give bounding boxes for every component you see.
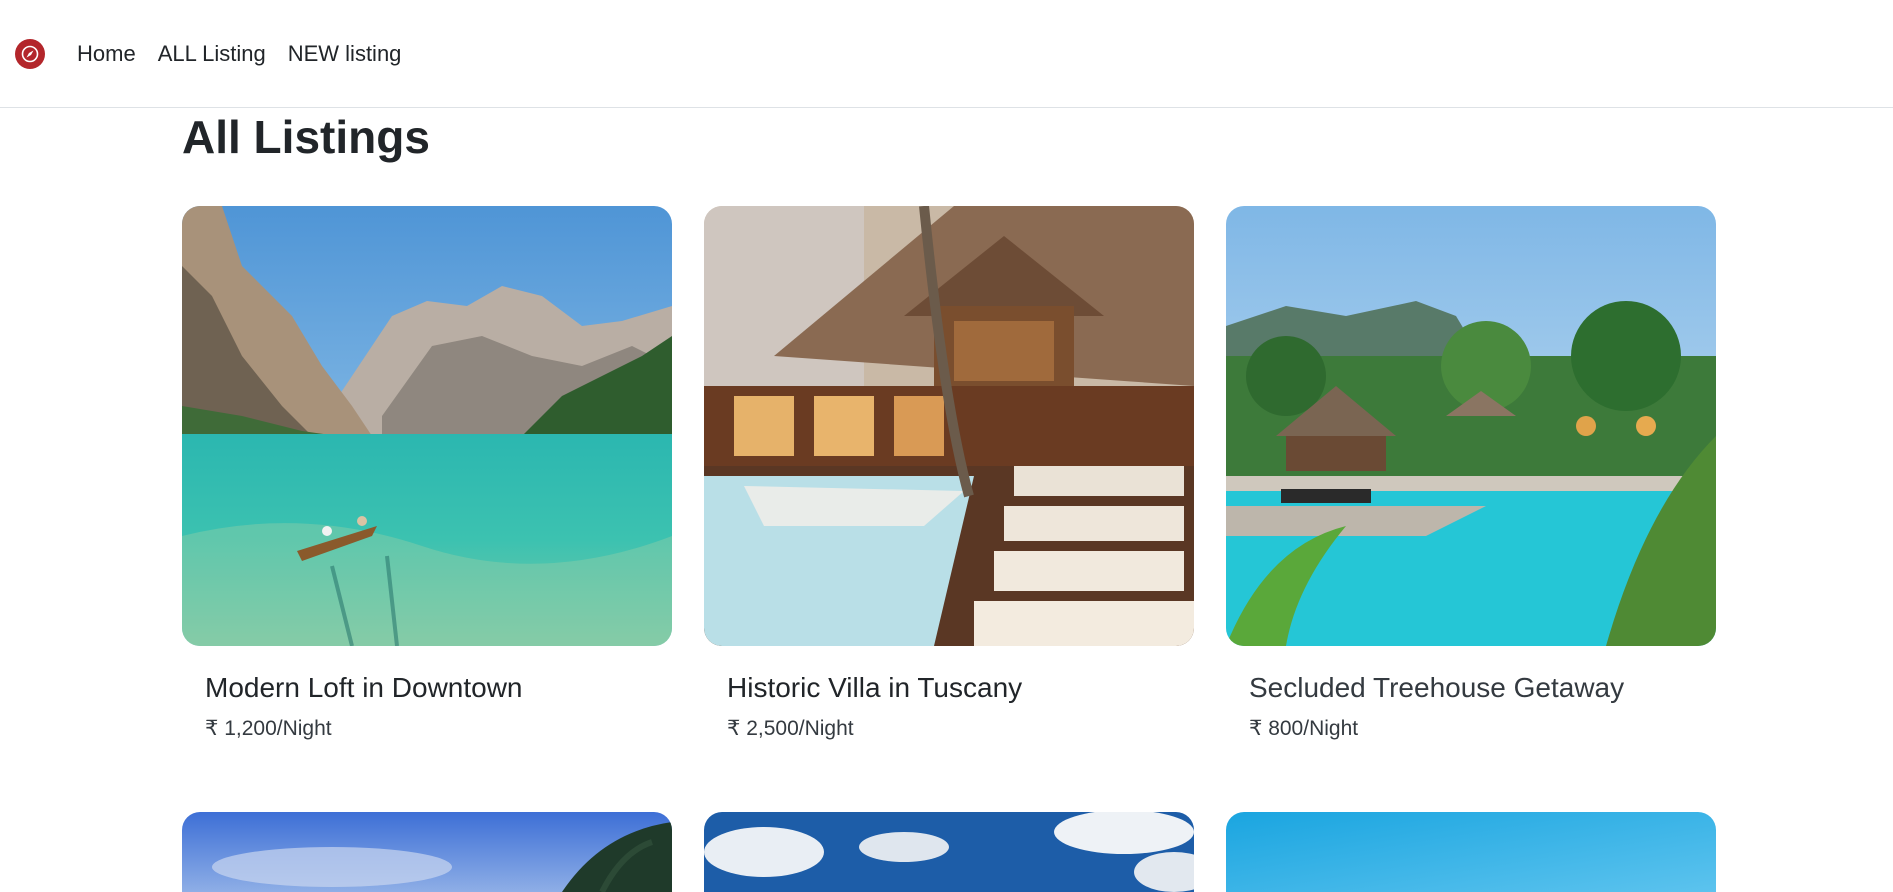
listings-grid: Modern Loft in Downtown ₹ 1,200/Night Hi…	[182, 206, 1716, 892]
listing-price: ₹ 1,200/Night	[205, 717, 332, 740]
listing-card[interactable]	[182, 812, 672, 892]
compass-icon[interactable]	[15, 39, 45, 69]
card-body: Modern Loft in Downtown ₹ 1,200/Night	[182, 646, 672, 812]
listing-card[interactable]: Secluded Treehouse Getaway ₹ 800/Night	[1226, 206, 1716, 812]
listing-card[interactable]: Modern Loft in Downtown ₹ 1,200/Night	[182, 206, 672, 812]
listing-card[interactable]: Historic Villa in Tuscany ₹ 2,500/Night	[704, 206, 1194, 812]
nav-link-new-listing[interactable]: NEW listing	[288, 38, 402, 70]
listing-image[interactable]	[182, 206, 672, 646]
listing-title[interactable]: Secluded Treehouse Getaway	[1249, 670, 1693, 706]
listing-image[interactable]	[704, 812, 1194, 892]
listing-price: ₹ 800/Night	[1249, 717, 1359, 740]
nav-link-home[interactable]: Home	[77, 38, 136, 70]
card-body: Historic Villa in Tuscany ₹ 2,500/Night	[704, 646, 1194, 812]
listing-card[interactable]	[704, 812, 1194, 892]
listing-image[interactable]	[704, 206, 1194, 646]
listing-card[interactable]	[1226, 812, 1716, 892]
listing-title[interactable]: Modern Loft in Downtown	[205, 670, 649, 706]
listing-title[interactable]: Historic Villa in Tuscany	[727, 670, 1171, 706]
page-title: All Listings	[182, 111, 430, 163]
listing-image[interactable]	[182, 812, 672, 892]
card-body: Secluded Treehouse Getaway ₹ 800/Night	[1226, 646, 1716, 812]
nav-links: Home ALL Listing NEW listing	[77, 38, 401, 70]
navbar: Home ALL Listing NEW listing	[0, 0, 1893, 108]
nav-link-all-listing[interactable]: ALL Listing	[158, 38, 266, 70]
listing-price: ₹ 2,500/Night	[727, 717, 854, 740]
listing-image[interactable]	[1226, 812, 1716, 892]
listing-image[interactable]	[1226, 206, 1716, 646]
